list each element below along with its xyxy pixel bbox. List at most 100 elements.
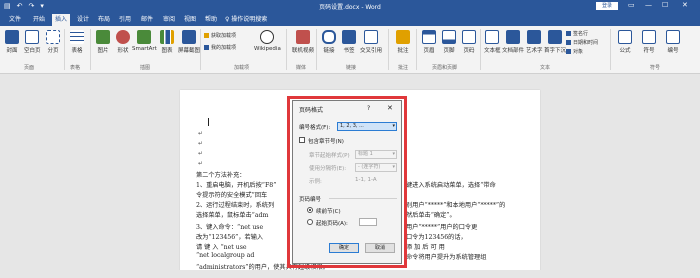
paragraph-mark: ↵ — [198, 140, 204, 147]
tell-me-search[interactable]: ♀ 操作说明搜索 — [225, 14, 267, 26]
wikipedia-button[interactable]: Wikipedia — [254, 30, 281, 52]
wordart-icon — [527, 30, 542, 44]
paragraph-mark: ↵ — [198, 130, 204, 137]
get-addins-button[interactable]: 获取加载项 — [204, 32, 236, 39]
picture-icon — [96, 30, 110, 44]
object-icon — [566, 49, 571, 54]
symbol-button[interactable]: 符号 — [642, 30, 656, 54]
doc-line: 口令为123456的话， — [406, 234, 467, 241]
chart-icon — [160, 30, 174, 44]
footer-button[interactable]: 页脚 — [442, 30, 456, 54]
link-button[interactable]: 链接 — [322, 30, 336, 54]
pictures-button[interactable]: 图片 — [96, 30, 110, 54]
page-break-button[interactable]: 分页 — [46, 30, 60, 54]
tab-file[interactable]: 文件 — [6, 14, 24, 26]
minimize-icon[interactable]: — — [645, 1, 652, 9]
group-symbols: 符号 — [650, 65, 661, 71]
header-icon — [422, 30, 436, 44]
shapes-icon — [116, 30, 130, 44]
doc-line: 别用户“*****”和本地用户“*****”的 — [406, 202, 506, 209]
comment-button[interactable]: 批注 — [396, 30, 410, 54]
bookmark-button[interactable]: 书签 — [342, 30, 356, 54]
group-header-footer: 页眉和页脚 — [432, 65, 458, 71]
cover-page-button[interactable]: 封面 — [5, 30, 19, 54]
doc-line: 第二个方法补充： — [196, 172, 246, 179]
tab-layout[interactable]: 布局 — [95, 14, 113, 26]
wikipedia-icon — [260, 30, 275, 44]
tab-insert[interactable]: 插入 — [52, 14, 71, 26]
online-video-button[interactable]: 联机视频 — [292, 30, 314, 54]
header-button[interactable]: 页眉 — [422, 30, 436, 54]
link-icon — [322, 30, 336, 44]
doc-line: 然后单击“确定”。 — [406, 212, 456, 219]
comment-icon — [396, 30, 410, 44]
date-time-button[interactable]: 日期和时间 — [566, 39, 598, 46]
screenshot-icon — [182, 30, 196, 44]
close-icon[interactable]: ✕ — [682, 1, 688, 9]
tab-mailings[interactable]: 邮件 — [138, 14, 156, 26]
drop-cap-button[interactable]: 首字下沉 — [544, 30, 566, 54]
text-cursor — [208, 118, 209, 126]
drop-cap-icon — [548, 30, 562, 44]
video-icon — [296, 30, 310, 44]
doc-line: 令提示符的安全模式”回车 — [196, 192, 268, 199]
blank-page-button[interactable]: 空白页 — [24, 30, 41, 54]
group-text: 文本 — [540, 65, 551, 71]
cross-reference-button[interactable]: 交叉引用 — [360, 30, 382, 54]
calendar-icon — [566, 40, 571, 45]
window-title: 页码设置.docx - Word — [319, 4, 381, 11]
shapes-button[interactable]: 形状 — [116, 30, 130, 54]
tab-home[interactable]: 开始 — [30, 14, 48, 26]
quick-parts-icon — [506, 30, 520, 44]
doc-line: 命令将用户提升为系统管理组 — [406, 254, 487, 261]
group-tables: 表格 — [70, 65, 81, 71]
signature-icon — [566, 31, 571, 36]
table-button[interactable]: 表格 — [70, 30, 84, 54]
addins-icon — [204, 45, 209, 50]
object-button[interactable]: 对象 — [566, 48, 583, 55]
wordart-button[interactable]: 艺术字 — [526, 30, 543, 54]
doc-line: 选择菜单，鼠标单击“adm — [196, 212, 269, 219]
text-box-button[interactable]: 文本框 — [484, 30, 501, 54]
group-comments: 批注 — [398, 65, 409, 71]
store-icon — [204, 33, 209, 38]
doc-line: 3、键入命令：“net use — [196, 224, 264, 231]
group-pages: 页面 — [24, 65, 35, 71]
login-button[interactable]: 登录 — [596, 2, 618, 10]
text-box-icon — [485, 30, 500, 44]
tab-help[interactable]: 帮助 — [202, 14, 220, 26]
doc-line: 键进入系统启动菜单，选择“带命 — [406, 182, 496, 189]
tab-view[interactable]: 视图 — [181, 14, 199, 26]
page-break-icon — [46, 30, 60, 44]
smartart-button[interactable]: SmartArt — [132, 30, 157, 52]
numbering-icon — [666, 30, 680, 44]
tab-review[interactable]: 审阅 — [160, 14, 178, 26]
paragraph-mark: ↵ — [198, 150, 204, 157]
paragraph-mark: ↵ — [198, 160, 204, 167]
quick-parts-button[interactable]: 文档部件 — [502, 30, 524, 54]
maximize-icon[interactable]: ☐ — [662, 1, 668, 9]
page-number-button[interactable]: 页码 — [462, 30, 476, 54]
blank-page-icon — [25, 30, 40, 44]
smartart-icon — [137, 30, 152, 44]
footer-icon — [442, 30, 456, 44]
group-links: 链接 — [346, 65, 357, 71]
equation-button[interactable]: 公式 — [618, 30, 632, 54]
my-addins-button[interactable]: 我的加载项 — [204, 44, 236, 51]
doc-line: 1、重启电脑，开机后按“F8” — [196, 182, 277, 189]
chart-button[interactable]: 图表 — [160, 30, 174, 54]
ribbon-display-icon[interactable]: ▭ — [628, 1, 635, 9]
tab-design[interactable]: 设计 — [74, 14, 92, 26]
group-media: 媒体 — [296, 65, 307, 71]
table-icon — [70, 30, 84, 44]
ribbon-tabs: 文件 开始 插入 设计 布局 引用 邮件 审阅 视图 帮助 ♀ 操作说明搜索 — [0, 12, 700, 26]
status-strip — [0, 270, 700, 278]
group-illustrations: 插图 — [140, 65, 151, 71]
screenshot-button[interactable]: 屏幕截图 — [178, 30, 200, 54]
pi-icon — [618, 30, 632, 44]
numbering-button[interactable]: 编号 — [666, 30, 680, 54]
tab-references[interactable]: 引用 — [116, 14, 134, 26]
doc-line: 用户“*****”用户的口令更 — [406, 224, 478, 231]
doc-line: 2、运行过程结束时，系统列 — [196, 202, 275, 209]
signature-line-button[interactable]: 签名行 — [566, 30, 588, 37]
